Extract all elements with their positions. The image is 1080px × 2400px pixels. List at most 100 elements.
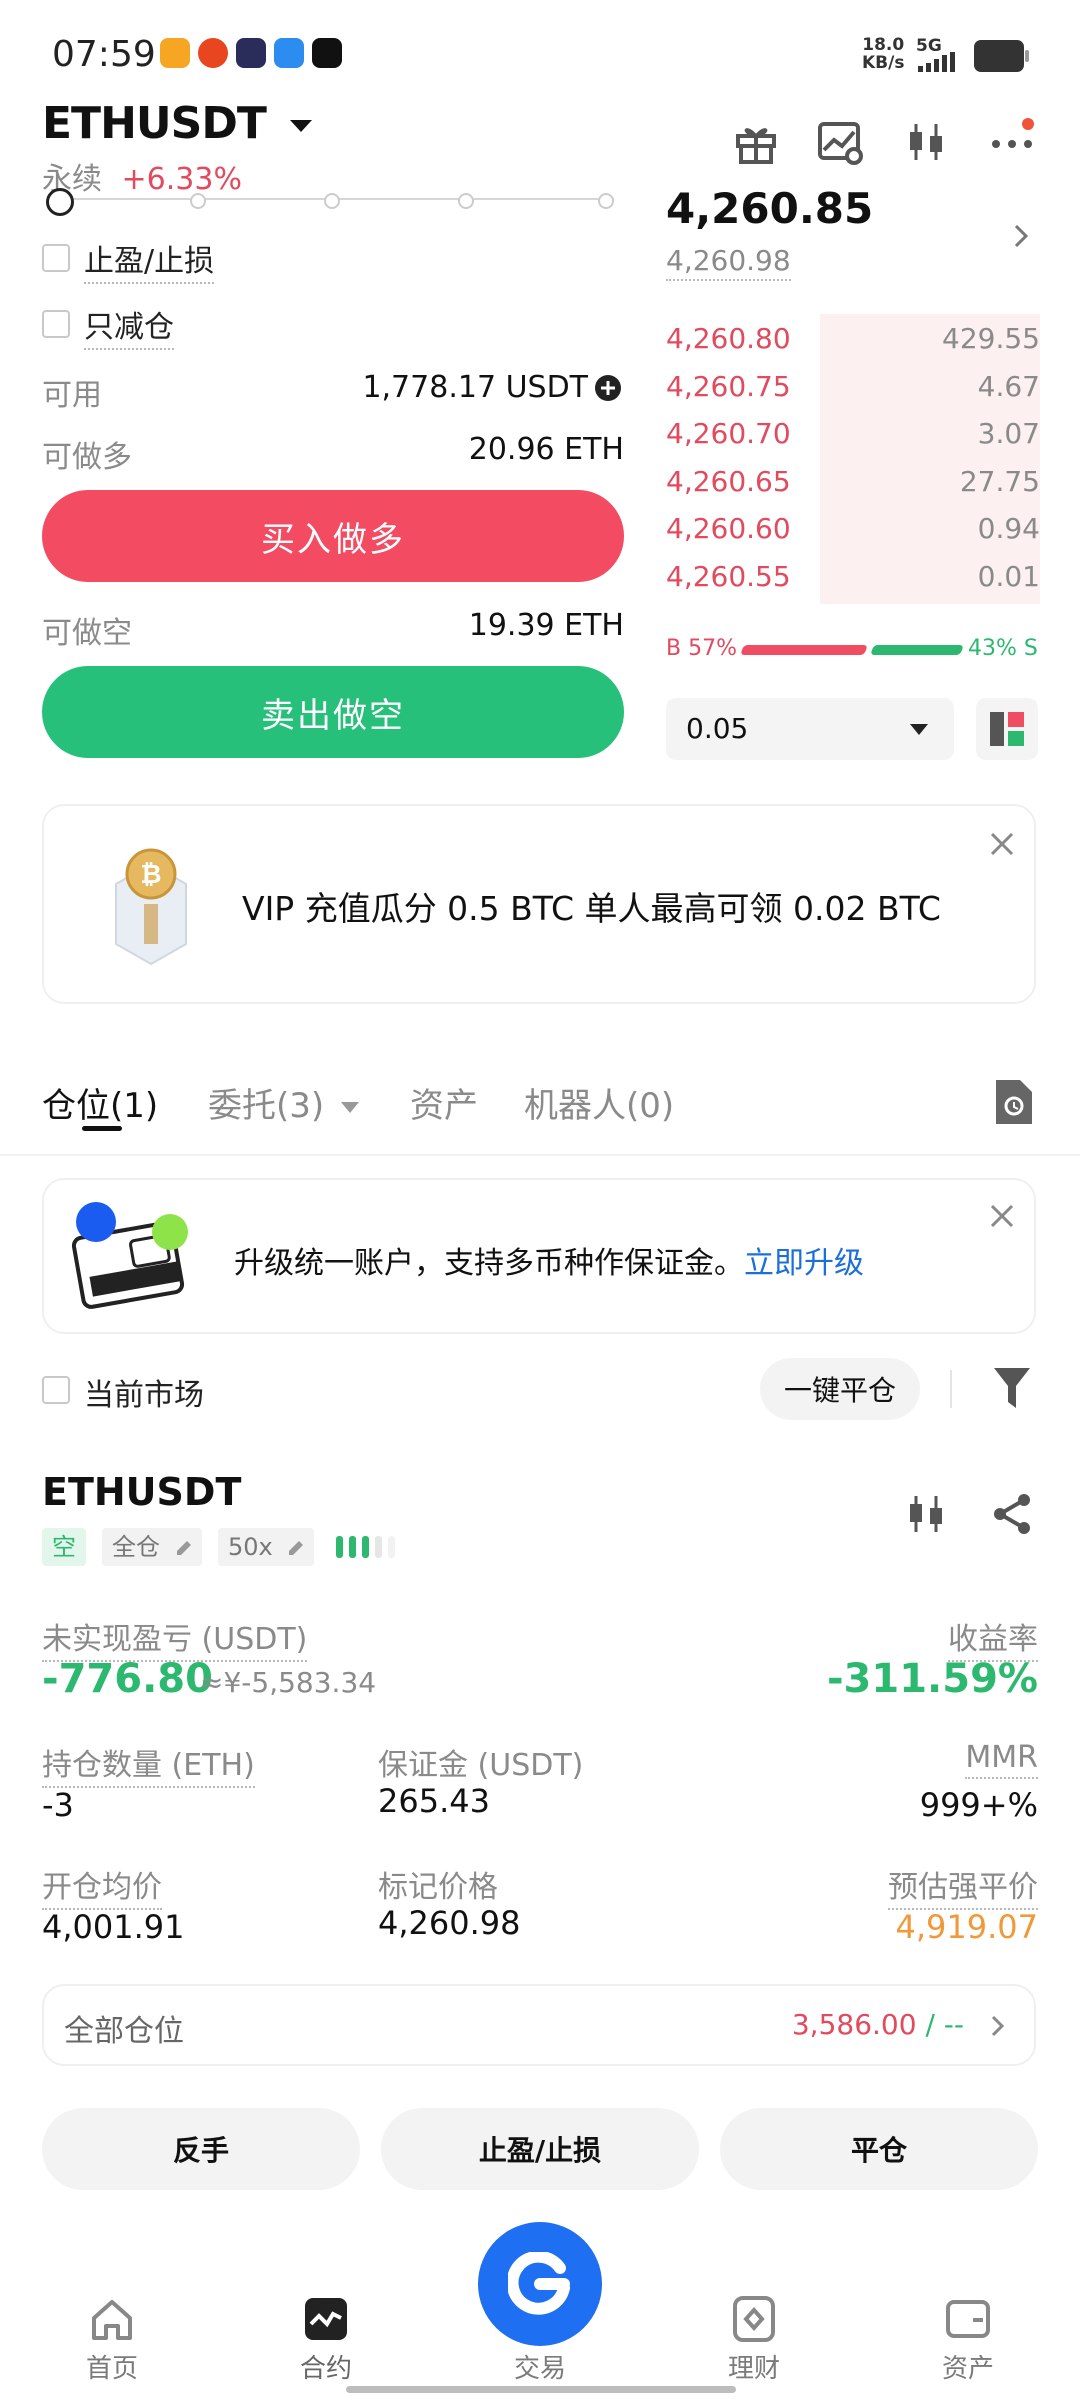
caret-down-icon (290, 120, 313, 132)
all-positions-row[interactable]: 全部仓位 3,586.00 / -- (42, 1984, 1036, 2066)
ask-row[interactable]: 4,260.70 3.07 (666, 411, 1040, 457)
leverage-label: 50x (228, 1533, 273, 1561)
more-icon[interactable] (988, 118, 1036, 166)
candlestick-icon[interactable] (902, 118, 950, 166)
home-indicator (346, 2386, 736, 2393)
ask-qty: 0.01 (977, 559, 1040, 593)
close-icon[interactable] (990, 1204, 1014, 1228)
filter-icon[interactable] (992, 1366, 1032, 1410)
tab-bots[interactable]: 机器人(0) (524, 1078, 674, 1127)
caret-down-icon (910, 724, 928, 735)
buy-long-button[interactable]: 买入做多 (42, 490, 624, 582)
nav-earn[interactable]: 理财 (694, 2296, 814, 2385)
promo-banner[interactable]: ₿ VIP 充值瓜分 0.5 BTC 单人最高可领 0.02 BTC (42, 804, 1036, 1004)
nav-futures-label: 合约 (299, 2354, 352, 2384)
sell-ratio-bar (870, 645, 964, 655)
close-icon[interactable] (990, 832, 1014, 856)
chevron-right-icon[interactable] (1012, 222, 1032, 250)
net-speed-unit: KB/s (862, 53, 905, 73)
ask-row[interactable]: 4,260.60 0.94 (666, 506, 1040, 552)
tab-orders[interactable]: 委托(3) (208, 1078, 359, 1127)
ask-row[interactable]: 4,260.80 429.55 (666, 316, 1040, 362)
slider-stop (324, 193, 340, 209)
upgrade-message: 升级统一账户，支持多币种作保证金。 (234, 1246, 744, 1281)
entry-price-value: 4,001.91 (42, 1908, 185, 1946)
trade-button[interactable] (478, 2222, 602, 2346)
mmr-label: MMR (965, 1740, 1038, 1779)
unrealized-pnl-label: 未实现盈亏 (USDT) (42, 1614, 308, 1662)
net-speed-value: 18.0 (862, 35, 905, 55)
nav-futures[interactable]: 合约 (266, 2296, 386, 2385)
status-time: 07:59 (52, 34, 156, 75)
unrealized-pnl-value: -776.80 (42, 1656, 213, 1702)
leverage-slider-handle[interactable] (46, 188, 74, 216)
size-value: -3 (42, 1786, 74, 1824)
ask-price: 4,260.60 (666, 512, 791, 545)
upgrade-banner[interactable]: 升级统一账户，支持多币种作保证金。立即升级 (42, 1178, 1036, 1334)
current-market-label: 当前市场 (84, 1378, 204, 1413)
ask-price: 4,260.65 (666, 464, 791, 498)
book-layout-button[interactable] (976, 698, 1038, 760)
upgrade-link[interactable]: 立即升级 (744, 1246, 864, 1281)
slider-stop (190, 193, 206, 209)
long-capacity-label: 可做多 (42, 440, 132, 475)
margin-label: 保证金 (USDT) (378, 1748, 584, 1783)
precision-select[interactable]: 0.05 (666, 698, 954, 760)
pair-selector[interactable]: ETHUSDT (42, 98, 313, 149)
liq-price-label: 预估强平价 (888, 1862, 1038, 1910)
tp-sl-checkbox[interactable] (42, 244, 70, 272)
last-price: 4,260.85 (666, 184, 874, 233)
earn-icon (733, 2296, 775, 2342)
leverage-tag[interactable]: 50x (218, 1528, 314, 1566)
home-icon (92, 2300, 132, 2340)
candlestick-icon[interactable] (902, 1490, 950, 1538)
pair-title: ETHUSDT (42, 98, 267, 149)
chart-settings-icon[interactable] (816, 118, 864, 166)
filter-divider (950, 1370, 952, 1408)
tab-positions[interactable]: 仓位(1) (42, 1078, 158, 1127)
sell-ratio: 43% S (968, 636, 1038, 661)
tab-assets-label: 资产 (410, 1086, 478, 1126)
ask-row[interactable]: 4,260.75 4.67 (666, 364, 1040, 410)
share-icon[interactable] (990, 1492, 1034, 1536)
ask-qty: 429.55 (942, 322, 1040, 355)
current-market-checkbox[interactable] (42, 1376, 70, 1404)
all-positions-value: 3,586.00 (791, 2008, 917, 2041)
roe-label: 收益率 (948, 1614, 1038, 1662)
edit-icon (289, 1541, 304, 1555)
close-all-button[interactable]: 一键平仓 (760, 1358, 920, 1420)
trade-icon (508, 2252, 570, 2315)
sell-short-button[interactable]: 卖出做空 (42, 666, 624, 758)
all-positions-suffix: / -- (925, 2008, 964, 2041)
nav-trade-label-wrap[interactable]: 交易 (480, 2348, 600, 2385)
tp-sl-button[interactable]: 止盈/止损 (381, 2108, 699, 2190)
svg-text:₿: ₿ (140, 860, 161, 890)
reverse-button[interactable]: 反手 (42, 2108, 360, 2190)
edit-icon (176, 1541, 191, 1555)
reduce-only-checkbox[interactable] (42, 310, 70, 338)
ask-price: 4,260.70 (666, 417, 791, 450)
order-history-icon[interactable] (992, 1080, 1032, 1124)
tab-orders-label: 委托 (208, 1086, 276, 1126)
transfer-plus-icon[interactable] (594, 374, 622, 402)
close-position-button[interactable]: 平仓 (720, 2108, 1038, 2190)
margin-mode-tag[interactable]: 全仓 (102, 1528, 202, 1566)
liq-price-value: 4,919.07 (895, 1908, 1039, 1946)
nav-assets[interactable]: 资产 (908, 2296, 1028, 2385)
ask-row[interactable]: 4,260.65 27.75 (666, 459, 1040, 505)
short-capacity-label: 可做空 (42, 616, 132, 651)
nav-home[interactable]: 首页 (52, 2296, 172, 2385)
tab-assets[interactable]: 资产 (410, 1078, 478, 1127)
chevron-right-icon (991, 2015, 1005, 2037)
position-symbol: ETHUSDT (42, 1470, 242, 1514)
ask-qty: 4.67 (977, 369, 1040, 403)
all-positions-summary: 3,586.00 / -- (792, 2008, 964, 2041)
app-notification-icon (236, 38, 266, 68)
gift-icon[interactable] (732, 118, 780, 166)
margin-value: 265.43 (378, 1782, 490, 1820)
long-capacity-value: 20.96 ETH (468, 432, 624, 467)
ask-row[interactable]: 4,260.55 0.01 (666, 554, 1040, 600)
ask-qty: 3.07 (977, 417, 1040, 450)
mmr-value: 999+% (919, 1786, 1038, 1824)
ask-price: 4,260.55 (666, 559, 791, 593)
